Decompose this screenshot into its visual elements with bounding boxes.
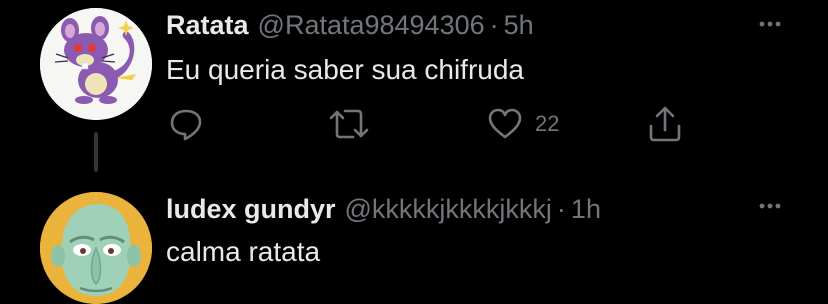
display-name[interactable]: Ratata	[166, 8, 249, 42]
tweet-header: Ratata @Ratata98494306 · 5h	[166, 8, 534, 42]
tweet[interactable]: ludex gundyr @kkkkkjkkkkjkkkj · 1h calma…	[0, 180, 828, 304]
timestamp[interactable]: 5h	[504, 8, 534, 42]
more-options-button[interactable]	[752, 194, 788, 218]
separator-dot: ·	[489, 10, 499, 40]
tweet-text: Eu queria saber sua chifruda	[166, 54, 524, 85]
like-button[interactable]: 22	[485, 104, 559, 144]
user-handle[interactable]: @Ratata98494306	[258, 8, 485, 42]
retweet-button[interactable]	[327, 104, 371, 144]
retweet-icon	[329, 109, 369, 139]
tweet-text: calma ratata	[166, 236, 321, 267]
share-icon	[649, 106, 681, 142]
tweet[interactable]: Ratata @Ratata98494306 · 5h Eu queria sa…	[0, 0, 828, 180]
share-button[interactable]	[645, 104, 685, 144]
tweet-header: ludex gundyr @kkkkkjkkkkjkkkj · 1h	[166, 192, 601, 226]
heart-icon	[488, 108, 522, 139]
like-count: 22	[535, 111, 560, 136]
more-options-button[interactable]	[752, 12, 788, 36]
more-dots-icon	[759, 21, 781, 27]
separator-dot: ·	[556, 194, 566, 224]
reply-button[interactable]	[166, 104, 206, 144]
squidward-avatar-image	[40, 192, 152, 304]
reply-icon	[170, 109, 202, 141]
display-name[interactable]: ludex gundyr	[166, 192, 336, 226]
user-handle[interactable]: @kkkkkjkkkkjkkkj	[345, 192, 552, 226]
timestamp[interactable]: 1h	[571, 192, 601, 226]
avatar[interactable]	[40, 192, 152, 304]
more-dots-icon	[759, 203, 781, 209]
tweet-actions: 22	[0, 104, 828, 144]
